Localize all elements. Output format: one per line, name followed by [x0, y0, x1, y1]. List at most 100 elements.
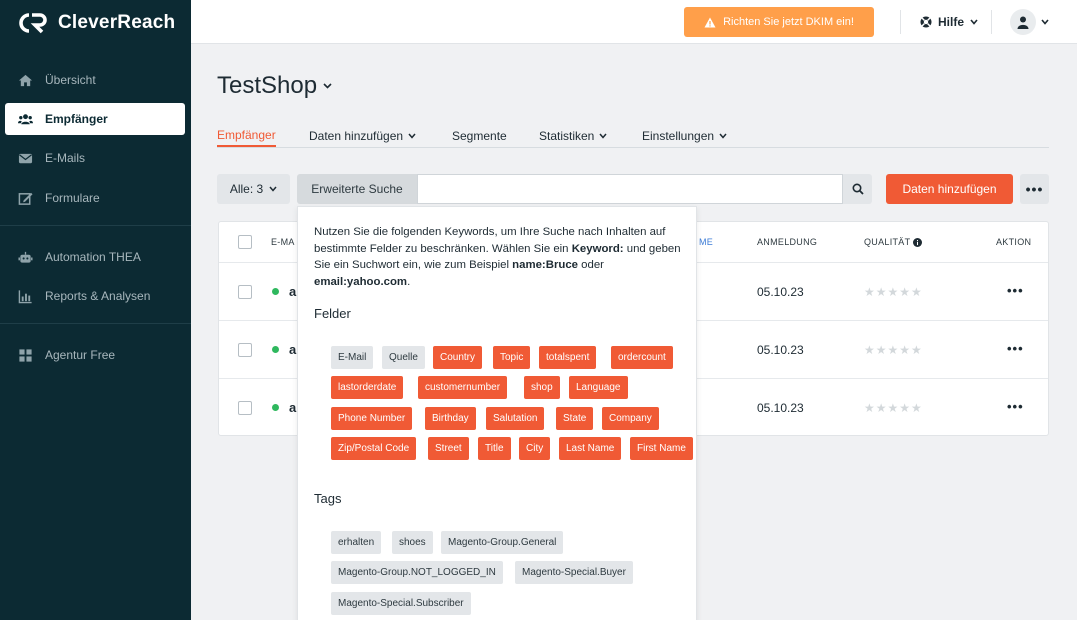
add-data-button[interactable]: Daten hinzufügen	[886, 174, 1013, 204]
row-checkbox[interactable]	[238, 401, 252, 415]
field-chip-company[interactable]: Company	[602, 407, 659, 430]
dkim-setup-label: Richten Sie jetzt DKIM ein!	[723, 16, 854, 28]
row-action-menu[interactable]: •••	[1007, 341, 1024, 356]
sidebar-item-label: Übersicht	[45, 73, 96, 87]
field-chip-birthday[interactable]: Birthday	[425, 407, 476, 430]
column-header-signup[interactable]: ANMELDUNG	[757, 237, 817, 247]
page-title-text: TestShop	[217, 72, 318, 99]
column-header-action: AKTION	[996, 237, 1032, 247]
tab-statistiken[interactable]: Statistiken	[539, 124, 607, 147]
field-chip-salutation[interactable]: Salutation	[486, 407, 545, 430]
sidebar-item-agentur[interactable]: Agentur Free	[5, 339, 185, 371]
field-chip-email[interactable]: E-Mail	[331, 346, 374, 369]
bar-chart-icon	[18, 289, 32, 303]
row-action-menu[interactable]: •••	[1007, 399, 1024, 414]
field-chip-topic[interactable]: Topic	[493, 346, 531, 369]
search-icon	[851, 183, 864, 195]
column-header-quality-label: QUALITÄT	[864, 237, 911, 247]
field-chip-zip-postal-code[interactable]: Zip/Postal Code	[331, 437, 417, 460]
help-label: Hilfe	[938, 15, 965, 29]
sidebar-item-label: E-Mails	[45, 151, 86, 165]
filter-dropdown[interactable]: Alle: 3	[217, 174, 290, 204]
edit-icon	[18, 192, 33, 205]
row-action-menu[interactable]: •••	[1007, 283, 1024, 298]
row-checkbox[interactable]	[238, 343, 252, 357]
add-data-label: Daten hinzufügen	[902, 182, 997, 196]
field-chip-title[interactable]: Title	[478, 437, 511, 460]
sidebar-item-uebersicht[interactable]: Übersicht	[5, 64, 185, 96]
column-header-quality[interactable]: QUALITÄT	[864, 237, 923, 247]
tag-chip[interactable]: erhalten	[331, 531, 382, 554]
chevron-down-icon	[1041, 19, 1049, 25]
signup-date: 05.10.23	[757, 343, 804, 357]
field-chip-country[interactable]: Country	[433, 346, 483, 369]
info-icon	[913, 237, 923, 247]
quality-stars: ★★★★★	[864, 343, 923, 357]
sidebar-item-formulare[interactable]: Formulare	[5, 182, 185, 214]
field-chip-city[interactable]: City	[519, 437, 551, 460]
field-chip-language[interactable]: Language	[569, 376, 628, 399]
field-chip-shop[interactable]: shop	[524, 376, 560, 399]
brand-name: CleverReach	[58, 12, 176, 33]
chevron-down-icon	[970, 19, 978, 25]
column-header-email[interactable]: E-MA	[271, 237, 295, 247]
topbar: Richten Sie jetzt DKIM ein! Hilfe	[191, 0, 1077, 44]
signup-date: 05.10.23	[757, 401, 804, 415]
tab-segmente[interactable]: Segmente	[452, 124, 507, 147]
chevron-down-icon	[719, 133, 727, 139]
recipient-email[interactable]: a	[289, 342, 296, 357]
search-button[interactable]	[843, 174, 872, 204]
intro-text: oder	[578, 259, 604, 271]
tab-empfaenger[interactable]: Empfänger	[217, 124, 276, 147]
warning-icon	[704, 17, 716, 27]
field-chip-phone-number[interactable]: Phone Number	[331, 407, 413, 430]
field-chip-street[interactable]: Street	[428, 437, 469, 460]
sidebar-item-reports[interactable]: Reports & Analysen	[5, 280, 185, 312]
field-chip-state[interactable]: State	[556, 407, 594, 430]
sidebar-divider	[0, 225, 191, 226]
sidebar-item-automation-thea[interactable]: Automation THEA	[5, 241, 185, 273]
field-chip-ordercount[interactable]: ordercount	[611, 346, 673, 369]
field-chip-quelle[interactable]: Quelle	[382, 346, 425, 369]
sidebar-item-empfaenger[interactable]: Empfänger	[5, 103, 185, 135]
sidebar-item-label: Empfänger	[45, 112, 108, 126]
field-chip-lastorderdate[interactable]: lastorderdate	[331, 376, 404, 399]
user-icon	[1017, 16, 1029, 29]
row-checkbox[interactable]	[238, 285, 252, 299]
brand-logo[interactable]: CleverReach	[18, 9, 175, 37]
sidebar: CleverReach Übersicht Empfänger E-Mails …	[0, 0, 191, 620]
topbar-divider	[900, 10, 901, 34]
select-all-checkbox[interactable]	[238, 235, 252, 249]
tag-chip[interactable]: Magento-Group.NOT_LOGGED_IN	[331, 561, 503, 584]
topbar-divider	[991, 10, 992, 34]
advanced-search-button[interactable]: Erweiterte Suche	[297, 174, 417, 204]
tag-chip[interactable]: shoes	[392, 531, 433, 554]
field-chip-last-name[interactable]: Last Name	[559, 437, 622, 460]
recipient-email[interactable]: a	[289, 284, 296, 299]
tab-einstellungen[interactable]: Einstellungen	[642, 124, 727, 147]
grid-icon	[19, 348, 32, 362]
sidebar-item-emails[interactable]: E-Mails	[5, 142, 185, 174]
recipient-email[interactable]: a	[289, 400, 296, 415]
tab-label: Daten hinzufügen	[309, 128, 404, 143]
tab-bar: Empfänger Daten hinzufügen Segmente Stat…	[217, 118, 1049, 148]
tag-chip[interactable]: Magento-Special.Subscriber	[331, 592, 471, 615]
chevron-down-icon	[323, 83, 332, 89]
dkim-setup-button[interactable]: Richten Sie jetzt DKIM ein!	[684, 7, 874, 37]
sidebar-divider	[0, 323, 191, 324]
page-title[interactable]: TestShop	[217, 72, 332, 100]
field-chip-totalspent[interactable]: totalspent	[539, 346, 597, 369]
more-options-button[interactable]: •••	[1020, 174, 1049, 204]
search-input[interactable]	[417, 174, 843, 204]
field-chip-first-name[interactable]: First Name	[630, 437, 693, 460]
tag-chip[interactable]: Magento-Group.General	[441, 531, 564, 554]
status-dot	[272, 288, 279, 295]
tab-label: Statistiken	[539, 128, 595, 143]
help-menu[interactable]: Hilfe	[920, 12, 978, 32]
cleverreach-logo-icon	[19, 13, 47, 34]
tag-chip[interactable]: Magento-Special.Buyer	[515, 561, 633, 584]
tab-daten-hinzufuegen[interactable]: Daten hinzufügen	[309, 124, 416, 147]
column-header-name[interactable]: ME	[699, 237, 713, 247]
user-menu[interactable]	[1010, 9, 1049, 35]
field-chip-customernumber[interactable]: customernumber	[418, 376, 508, 399]
